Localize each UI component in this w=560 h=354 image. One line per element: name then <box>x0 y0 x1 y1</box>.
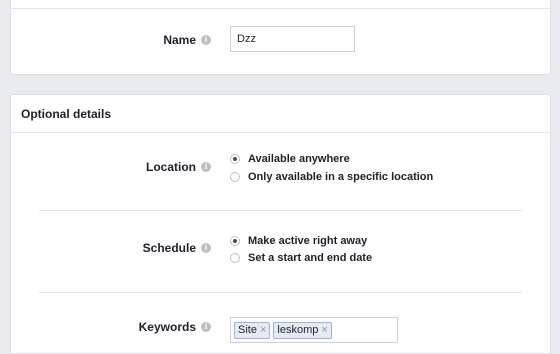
remove-tag-icon[interactable]: × <box>321 324 327 336</box>
basic-details-card: Name i <box>10 0 551 75</box>
row-divider <box>39 292 522 293</box>
schedule-option-label: Make active right away <box>248 235 368 247</box>
name-label: Name <box>163 33 196 47</box>
info-icon[interactable]: i <box>201 243 211 253</box>
schedule-option-label: Set a start and end date <box>248 252 373 264</box>
location-option-specific[interactable]: Only available in a specific location <box>230 171 433 183</box>
keywords-input[interactable]: Site × leskomp × <box>230 317 398 343</box>
keywords-label: Keywords <box>138 320 196 334</box>
keywords-label-row: Keywords i <box>11 319 211 335</box>
info-icon[interactable]: i <box>201 35 211 45</box>
schedule-label-row: Schedule i <box>11 240 211 256</box>
radio-button[interactable] <box>230 253 240 263</box>
schedule-label: Schedule <box>142 241 196 255</box>
location-option-label: Only available in a specific location <box>248 171 434 183</box>
location-label: Location <box>146 160 196 174</box>
radio-button[interactable] <box>230 236 240 246</box>
remove-tag-icon[interactable]: × <box>260 324 266 336</box>
optional-details-title: Optional details <box>11 95 550 133</box>
location-option-label: Available anywhere <box>248 153 350 165</box>
info-icon[interactable]: i <box>201 162 211 172</box>
keyword-tag-label: leskomp <box>277 324 319 336</box>
schedule-option-date-range[interactable]: Set a start and end date <box>230 252 372 264</box>
name-input[interactable] <box>230 26 355 52</box>
location-label-row: Location i <box>11 159 211 175</box>
name-label-row: Name i <box>11 32 211 48</box>
radio-button[interactable] <box>230 154 240 164</box>
optional-details-card: Optional details Location i Available an… <box>10 94 551 354</box>
location-option-anywhere[interactable]: Available anywhere <box>230 153 350 165</box>
keyword-tag-label: Site <box>238 324 257 336</box>
info-icon[interactable]: i <box>201 322 211 332</box>
row-divider <box>39 210 522 211</box>
radio-button[interactable] <box>230 172 240 182</box>
card-divider <box>11 8 550 9</box>
schedule-option-active-now[interactable]: Make active right away <box>230 235 367 247</box>
